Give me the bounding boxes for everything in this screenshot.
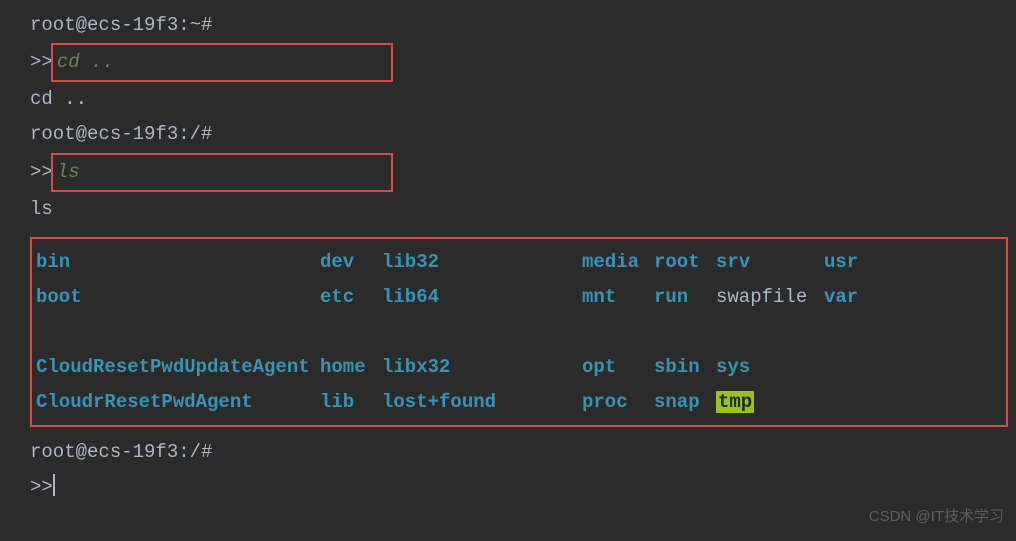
cursor-icon bbox=[53, 474, 55, 496]
ls-row: bin dev lib32 media root srv usr bbox=[36, 245, 1002, 280]
command-cd: cd .. bbox=[57, 51, 114, 73]
ls-entry-swapfile: swapfile bbox=[716, 280, 824, 315]
ls-entry-var: var bbox=[824, 280, 864, 315]
ls-entry-lib: lib bbox=[320, 385, 382, 420]
ls-entry-libx32: libx32 bbox=[382, 350, 582, 385]
ls-entry-lib64: lib64 bbox=[382, 280, 582, 315]
spacer bbox=[30, 427, 1016, 435]
ls-entry-bin: bin bbox=[36, 245, 320, 280]
ls-entry-root: root bbox=[654, 245, 716, 280]
ls-entry-run: run bbox=[654, 280, 716, 315]
prompt-line-home: root@ecs-19f3:~# bbox=[30, 8, 1016, 43]
ls-entry-lib32: lib32 bbox=[382, 245, 582, 280]
ls-entry-cloudrresetpwdagent: CloudrResetPwdAgent bbox=[36, 385, 320, 420]
prompt-angles: >> bbox=[30, 161, 53, 183]
echo-cd: cd .. bbox=[30, 88, 87, 110]
spacer bbox=[30, 227, 1016, 235]
ls-row: CloudrResetPwdAgent lib lost+found proc … bbox=[36, 385, 1002, 420]
prompt-root: root@ecs-19f3:/# bbox=[30, 441, 212, 463]
ls-entry-snap: snap bbox=[654, 385, 716, 420]
ls-entry-empty bbox=[824, 385, 864, 420]
echo-ls: ls bbox=[30, 198, 53, 220]
highlight-box-ls: ls bbox=[51, 153, 394, 192]
prompt-root: root@ecs-19f3:/# bbox=[30, 123, 212, 145]
echo-line-ls: ls bbox=[30, 192, 1016, 227]
ls-entry-mnt: mnt bbox=[582, 280, 654, 315]
highlight-box-cd: cd .. bbox=[51, 43, 394, 82]
prompt-home: root@ecs-19f3:~# bbox=[30, 14, 212, 36]
ls-entry-sbin: sbin bbox=[654, 350, 716, 385]
input-line-ls[interactable]: >>ls bbox=[30, 153, 1016, 192]
ls-entry-empty bbox=[824, 350, 864, 385]
ls-entry-tmp: tmp bbox=[716, 391, 754, 413]
ls-entry-media: media bbox=[582, 245, 654, 280]
ls-entry-dev: dev bbox=[320, 245, 382, 280]
input-line-current[interactable]: >> bbox=[30, 470, 1016, 505]
ls-entry-cloudresetpwdupdateagent: CloudResetPwdUpdateAgent bbox=[36, 350, 320, 385]
ls-entry-home: home bbox=[320, 350, 382, 385]
prompt-angles: >> bbox=[30, 51, 53, 73]
highlight-box-ls-output: bin dev lib32 media root srv usr boot et… bbox=[30, 237, 1008, 427]
ls-entry-usr: usr bbox=[824, 245, 864, 280]
ls-row: CloudResetPwdUpdateAgent home libx32 opt… bbox=[36, 350, 1002, 385]
ls-row-blank bbox=[36, 315, 1002, 350]
command-ls: ls bbox=[57, 161, 80, 183]
prompt-line-root-1: root@ecs-19f3:/# bbox=[30, 117, 1016, 152]
ls-entry-opt: opt bbox=[582, 350, 654, 385]
ls-entry-tmp-wrapper: tmp bbox=[716, 385, 824, 420]
ls-entry-proc: proc bbox=[582, 385, 654, 420]
echo-line-cd: cd .. bbox=[30, 82, 1016, 117]
prompt-line-root-2: root@ecs-19f3:/# bbox=[30, 435, 1016, 470]
ls-entry-lostfound: lost+found bbox=[382, 385, 582, 420]
ls-entry-sys: sys bbox=[716, 350, 824, 385]
ls-row: boot etc lib64 mnt run swapfile var bbox=[36, 280, 1002, 315]
ls-entry-etc: etc bbox=[320, 280, 382, 315]
ls-entry-boot: boot bbox=[36, 280, 320, 315]
prompt-angles: >> bbox=[30, 476, 53, 498]
watermark-text: CSDN @IT技术学习 bbox=[869, 503, 1004, 531]
ls-entry-srv: srv bbox=[716, 245, 824, 280]
input-line-cd[interactable]: >>cd .. bbox=[30, 43, 1016, 82]
